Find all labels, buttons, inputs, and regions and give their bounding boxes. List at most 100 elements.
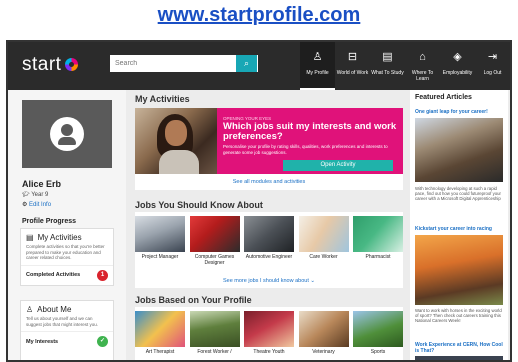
main-content: My Activities OPENING YOUR EYES Which jo… xyxy=(132,90,404,360)
layers-icon: ◈ xyxy=(453,51,462,63)
photo-face xyxy=(165,120,187,146)
job-tile[interactable]: Veterinary xyxy=(298,311,349,355)
interests-check-icon: ✓ xyxy=(97,336,108,347)
games-designer-photo xyxy=(189,216,240,252)
cern-article-image[interactable] xyxy=(415,356,503,360)
job-title: Theatre Youth xyxy=(253,349,285,355)
astronaut-article-image[interactable] xyxy=(415,118,503,182)
nav-my-profile[interactable]: ♙ My Profile xyxy=(300,42,335,90)
person-icon: ♙ xyxy=(26,305,34,314)
care-worker-photo xyxy=(298,216,349,252)
job-tile[interactable]: Art Therapist xyxy=(135,311,185,355)
nav-label: World of Work xyxy=(336,70,369,76)
job-tile[interactable]: Forest Worker / xyxy=(189,311,240,355)
activity-banner[interactable]: OPENING YOUR EYES Which jobs suit my int… xyxy=(135,108,403,174)
automotive-engineer-photo xyxy=(244,216,294,252)
profile-progress-heading: Profile Progress xyxy=(22,218,77,225)
nav-label: What To Study xyxy=(371,70,404,76)
nav-employability[interactable]: ◈ Employability xyxy=(440,42,475,90)
featured-articles-heading: Featured Articles xyxy=(415,94,472,101)
person-icon: ♙ xyxy=(312,51,323,63)
forest-worker-photo xyxy=(189,311,240,347)
card-footer[interactable]: My Interests ✓ xyxy=(21,331,113,351)
about-me-card[interactable]: ♙ About Me Tell us about yourself and we… xyxy=(20,300,114,360)
nav-label: Log Out xyxy=(483,70,502,76)
site-url-caption[interactable]: www.startprofile.com xyxy=(0,4,518,27)
job-title: Project Manager xyxy=(141,254,179,260)
graduation-cap-icon: 🎓︎ xyxy=(22,192,32,198)
top-navigation-bar: start ⌕ ♙ My Profile ⊟ World of Work ▤ W… xyxy=(8,42,510,90)
job-tile[interactable]: Automotive Engineer xyxy=(244,216,294,266)
profile-sidebar: Alice Erb 🎓︎ Year 9 ⚙ Edit Info Profile … xyxy=(8,90,126,360)
job-title: Pharmacist xyxy=(365,254,391,260)
card-description: Tell us about yourself and we can sugges… xyxy=(26,316,99,327)
card-footer[interactable]: Completed Activities 1 xyxy=(21,264,113,285)
job-tile[interactable]: Sports xyxy=(353,311,403,355)
main-nav: ♙ My Profile ⊟ World of Work ▤ What To S… xyxy=(300,42,510,90)
jobs-know-list: Project Manager Computer Games Designer … xyxy=(135,216,403,266)
jobs-know-heading: Jobs You Should Know About xyxy=(135,200,263,210)
job-title: Care Worker xyxy=(309,254,338,260)
art-therapist-photo xyxy=(135,311,185,347)
job-tile[interactable]: Project Manager xyxy=(135,216,185,266)
theatre-youth-photo xyxy=(244,311,294,347)
job-tile[interactable]: Pharmacist xyxy=(353,216,403,266)
card-description: Complete activities so that you're bette… xyxy=(26,244,105,260)
year-label: Year 9 xyxy=(31,192,49,198)
jobs-profile-list: Art Therapist Forest Worker / Theatre Yo… xyxy=(135,311,403,355)
photo-body xyxy=(159,150,199,174)
gear-icon: ⚙ xyxy=(22,202,30,208)
job-title: Art Therapist xyxy=(145,349,175,355)
nav-log-out[interactable]: ⇥ Log Out xyxy=(475,42,510,90)
completed-activities-label: Completed Activities xyxy=(26,272,81,278)
book-icon: ▤ xyxy=(382,51,393,63)
card-header: ▤ My Activities xyxy=(21,229,113,244)
nav-label: My Profile xyxy=(306,70,329,76)
avatar[interactable] xyxy=(22,100,112,168)
veterinary-photo xyxy=(298,311,349,347)
nav-what-to-study[interactable]: ▤ What To Study xyxy=(370,42,405,90)
pharmacist-photo xyxy=(353,216,403,252)
sports-photo xyxy=(353,311,403,347)
job-tile[interactable]: Computer Games Designer xyxy=(189,216,240,266)
edit-info-link[interactable]: ⚙ Edit Info xyxy=(22,201,51,208)
racing-article-image[interactable] xyxy=(415,235,503,305)
see-more-jobs-link[interactable]: See more jobs I should know about ⌄ xyxy=(135,278,403,284)
banner-title: Which jobs suit my interests and work pr… xyxy=(223,121,397,142)
see-all-modules-link[interactable]: See all modules and activities xyxy=(135,179,403,185)
job-title: Forest Worker / xyxy=(197,349,232,355)
job-title: Sports xyxy=(370,349,386,355)
my-interests-label: My Interests xyxy=(26,338,59,345)
graduation-cap-icon: ⌂ xyxy=(419,51,426,63)
job-tile[interactable]: Theatre Youth xyxy=(244,311,294,355)
clipboard-icon: ▤ xyxy=(26,233,34,242)
banner-description: Personalise your profile by rating skill… xyxy=(223,144,388,155)
nav-world-of-work[interactable]: ⊟ World of Work xyxy=(335,42,370,90)
logo-text: start xyxy=(22,54,62,75)
article-link[interactable]: Work Experience at CERN, How Cool is Tha… xyxy=(415,342,503,354)
article-summary: Want to work with horses in the exciting… xyxy=(415,308,502,323)
logout-icon: ⇥ xyxy=(487,51,498,63)
nav-where-to-learn[interactable]: ⌂ Where To Learn xyxy=(405,42,440,90)
nav-label: Where To Learn xyxy=(411,70,434,82)
start-logo[interactable]: start xyxy=(22,54,80,76)
my-activities-card[interactable]: ▤ My Activities Complete activities so t… xyxy=(20,228,114,286)
logo-mark-icon xyxy=(64,57,80,73)
search-button[interactable]: ⌕ xyxy=(236,55,257,72)
card-title: About Me xyxy=(37,305,72,314)
card-header: ♙ About Me xyxy=(21,301,113,316)
job-title: Computer Games Designer xyxy=(194,254,235,266)
student-photo xyxy=(135,108,217,174)
open-activity-button[interactable]: Open Activity xyxy=(283,160,393,171)
user-year: 🎓︎ Year 9 xyxy=(22,191,48,198)
jobs-profile-heading: Jobs Based on Your Profile xyxy=(135,295,252,305)
job-tile[interactable]: Care Worker xyxy=(298,216,349,266)
my-activities-heading: My Activities xyxy=(135,94,190,104)
user-name: Alice Erb xyxy=(22,179,62,189)
featured-articles-panel: Featured Articles One giant leap for you… xyxy=(410,90,508,360)
job-title: Automotive Engineer xyxy=(245,254,293,260)
article-link[interactable]: Kickstart your career into racing xyxy=(415,226,503,232)
nav-label: Employability xyxy=(442,70,473,76)
user-avatar-icon xyxy=(50,117,84,151)
article-link[interactable]: One giant leap for your career! xyxy=(415,109,503,115)
